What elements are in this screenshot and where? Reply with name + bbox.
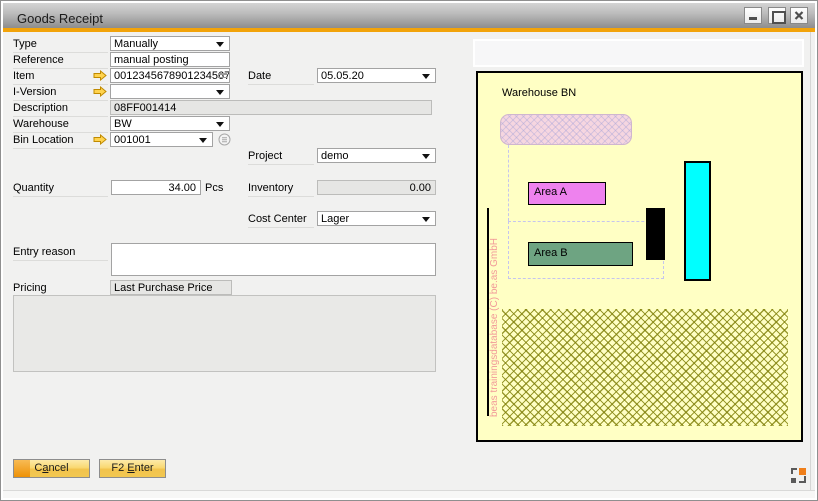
- warehouse-map-title: Warehouse BN: [502, 87, 576, 99]
- status-strip: [3, 491, 815, 498]
- watermark-text: beas trainingsdatabase (C) be.as GmbH: [489, 182, 501, 417]
- i-version-link-arrow-icon[interactable]: [93, 86, 107, 97]
- item-link-arrow-icon[interactable]: [93, 70, 107, 81]
- warehouse-zone-hatched-pink[interactable]: [500, 114, 632, 145]
- close-icon: [791, 8, 807, 23]
- entry-reason-label: Entry reason: [13, 245, 108, 261]
- inventory-field: 0.00: [317, 180, 436, 195]
- description-label: Description: [13, 101, 108, 117]
- title-bar: Goods Receipt: [3, 3, 815, 28]
- project-label: Project: [248, 149, 314, 165]
- bin-location-select[interactable]: 001001: [110, 132, 213, 147]
- reference-input[interactable]: manual posting: [110, 52, 230, 67]
- maximize-button[interactable]: [768, 7, 786, 24]
- description-field: 08FF001414: [110, 100, 432, 115]
- date-label: Date: [248, 69, 314, 85]
- date-select[interactable]: 05.05.20: [317, 68, 436, 83]
- layout-resize-icon[interactable]: [790, 467, 807, 484]
- quantity-label: Quantity: [13, 181, 108, 197]
- f2-enter-button[interactable]: F2 Enter: [99, 459, 166, 478]
- cancel-button-stripe: [14, 460, 30, 477]
- item-input[interactable]: 001234567890123456790: [110, 68, 230, 83]
- pricing-field: Last Purchase Price: [110, 280, 232, 295]
- zone-dashed-connector: [508, 145, 510, 221]
- quantity-unit: Pcs: [205, 182, 223, 194]
- maximize-icon: [772, 11, 786, 24]
- warehouse-area-a[interactable]: Area A: [528, 182, 606, 205]
- item-detail-icon[interactable]: [218, 73, 227, 81]
- quantity-input[interactable]: 34.00: [111, 180, 201, 195]
- close-button[interactable]: [790, 7, 808, 24]
- entry-reason-textarea[interactable]: [111, 243, 436, 276]
- frame-line: [810, 32, 811, 490]
- warehouse-block-black: [646, 208, 665, 260]
- type-label: Type: [13, 37, 108, 53]
- inventory-label: Inventory: [248, 181, 314, 197]
- bin-location-list-icon[interactable]: [218, 133, 231, 146]
- window-title: Goods Receipt: [17, 11, 103, 26]
- details-panel: [13, 295, 436, 372]
- minimize-button[interactable]: [744, 7, 762, 24]
- project-select[interactable]: demo: [317, 148, 436, 163]
- warehouse-label: Warehouse: [13, 117, 108, 133]
- cancel-button[interactable]: Cancel: [13, 459, 90, 478]
- warehouse-area-b[interactable]: Area B: [528, 242, 633, 266]
- right-top-box: [473, 39, 804, 67]
- warehouse-select[interactable]: BW: [110, 116, 230, 131]
- type-select[interactable]: Manually: [110, 36, 230, 51]
- reference-label: Reference: [13, 53, 108, 69]
- minimize-icon: [749, 17, 757, 20]
- cost-center-select[interactable]: Lager: [317, 211, 436, 226]
- i-version-select[interactable]: [110, 84, 230, 99]
- cost-center-label: Cost Center: [248, 212, 314, 228]
- warehouse-rack-cyan[interactable]: [684, 161, 711, 281]
- warehouse-zone-hatched-large[interactable]: [502, 309, 788, 426]
- bin-location-link-arrow-icon[interactable]: [93, 134, 107, 145]
